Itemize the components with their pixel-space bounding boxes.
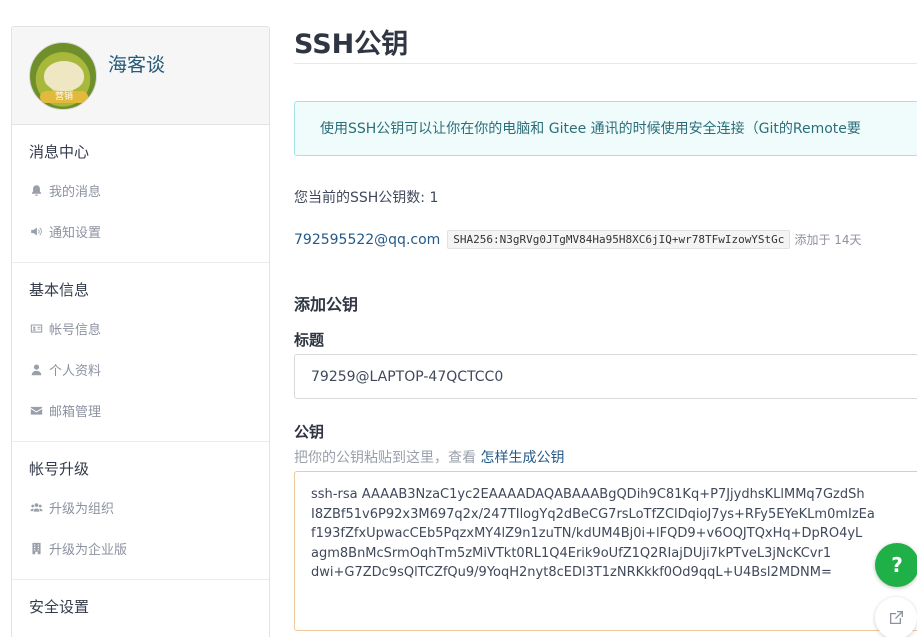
sidebar-item-profile[interactable]: 个人资料 xyxy=(12,349,269,390)
id-card-icon xyxy=(28,322,44,336)
sidebar-item-email-management[interactable]: 邮箱管理 xyxy=(12,390,269,431)
sidebar-section-title: 消息中心 xyxy=(29,143,90,161)
add-key-heading: 添加公钥 xyxy=(294,295,359,314)
ssh-key-title-link[interactable]: 792595522@qq.com xyxy=(294,232,440,248)
envelope-icon xyxy=(28,404,44,418)
sidebar-item-upgrade-enterprise[interactable]: 升级为企业版 xyxy=(12,528,269,569)
sidebar-item-label: 帐号信息 xyxy=(49,323,102,338)
sidebar-item-label: 邮箱管理 xyxy=(49,405,102,420)
avatar-badge: 营销 xyxy=(40,91,88,103)
speaker-icon xyxy=(28,225,44,239)
building-icon xyxy=(28,542,44,556)
public-key-hint: 把你的公钥粘贴到这里，查看 怎样生成公钥 xyxy=(294,447,564,467)
sidebar-item-label: 升级为组织 xyxy=(49,502,115,517)
sidebar-item-my-messages[interactable]: 我的消息 xyxy=(12,170,269,211)
key-title-input[interactable] xyxy=(294,354,917,399)
how-to-generate-key-link[interactable]: 怎样生成公钥 xyxy=(480,450,564,466)
settings-sidebar: 营销 海客谈 消息中心 我的消息 通知设置 基本信息 帐号信息 个人资料 邮箱管… xyxy=(11,26,270,637)
ssh-key-added-date: 添加于 14天 xyxy=(794,233,862,247)
public-key-line: dwi+G7ZDc9sQlTCZfQu9/9YoqH2nyt8cEDl3T1zN… xyxy=(311,565,832,580)
info-banner: 使用SSH公钥可以让你在你的电脑和 Gitee 通讯的时候使用安全连接（Git的… xyxy=(294,101,917,156)
sidebar-item-label: 升级为企业版 xyxy=(49,543,128,558)
sidebar-item-label: 通知设置 xyxy=(49,226,102,241)
sidebar-section-account-upgrade: 帐号升级 升级为组织 升级为企业版 xyxy=(12,442,269,580)
sidebar-section-basic-info: 基本信息 帐号信息 个人资料 邮箱管理 xyxy=(12,263,269,442)
sidebar-section-title[interactable]: 安全设置 xyxy=(12,580,269,625)
external-link-icon xyxy=(890,611,903,624)
username[interactable]: 海客谈 xyxy=(108,50,165,77)
public-key-line: f193fZfxUpwacCEb5PqzxMY4lZ9n1zuTN/kdUM4B… xyxy=(311,526,863,541)
public-key-line: agm8BnMcSrmOqhTm5zMiVTkt0RL1Q4Erik9oUfZ1… xyxy=(311,545,832,561)
sidebar-section-title: 帐号升级 xyxy=(29,460,90,478)
avatar[interactable]: 营销 xyxy=(29,42,97,110)
sidebar-section-security: 安全设置 xyxy=(12,580,269,635)
public-key-line: I8ZBf51v6P92x3M697q2x/247TIlogYq2dBeCG7r… xyxy=(311,506,875,522)
public-key-line: ssh-rsa AAAAB3NzaC1yc2EAAAADAQABAAABgQDi… xyxy=(311,487,865,502)
avatar-face xyxy=(44,61,84,91)
profile-card: 营销 海客谈 xyxy=(12,27,269,125)
sidebar-item-account-info[interactable]: 帐号信息 xyxy=(12,308,269,349)
sidebar-item-notification-settings[interactable]: 通知设置 xyxy=(12,211,269,252)
title-field-label: 标题 xyxy=(294,331,325,349)
ssh-key-fingerprint: SHA256:N3gRVg0JTgMV84Ha95H8XC6jIQ+wr78TF… xyxy=(447,230,791,249)
bell-icon xyxy=(28,184,44,198)
ssh-key-count: 您当前的SSH公钥数: 1 xyxy=(294,190,439,206)
page-title: SSH公钥 xyxy=(294,29,409,60)
sidebar-item-label: 个人资料 xyxy=(49,364,102,379)
share-button[interactable] xyxy=(875,597,917,637)
users-icon xyxy=(28,501,44,515)
title-divider xyxy=(294,63,917,64)
public-key-hint-text: 把你的公钥粘贴到这里，查看 xyxy=(294,450,481,466)
help-button[interactable]: ? xyxy=(875,543,917,587)
public-key-textarea[interactable]: ssh-rsa AAAAB3NzaC1yc2EAAAADAQABAAABgQDi… xyxy=(294,471,917,631)
ssh-key-row: 792595522@qq.com SHA256:N3gRVg0JTgMV84Ha… xyxy=(294,230,862,249)
user-icon xyxy=(28,363,44,377)
sidebar-section-title: 基本信息 xyxy=(29,281,90,299)
public-key-field-label: 公钥 xyxy=(294,423,325,441)
sidebar-item-label: 我的消息 xyxy=(49,185,102,200)
sidebar-section-messages: 消息中心 我的消息 通知设置 xyxy=(12,125,269,263)
sidebar-item-upgrade-organization[interactable]: 升级为组织 xyxy=(12,487,269,528)
